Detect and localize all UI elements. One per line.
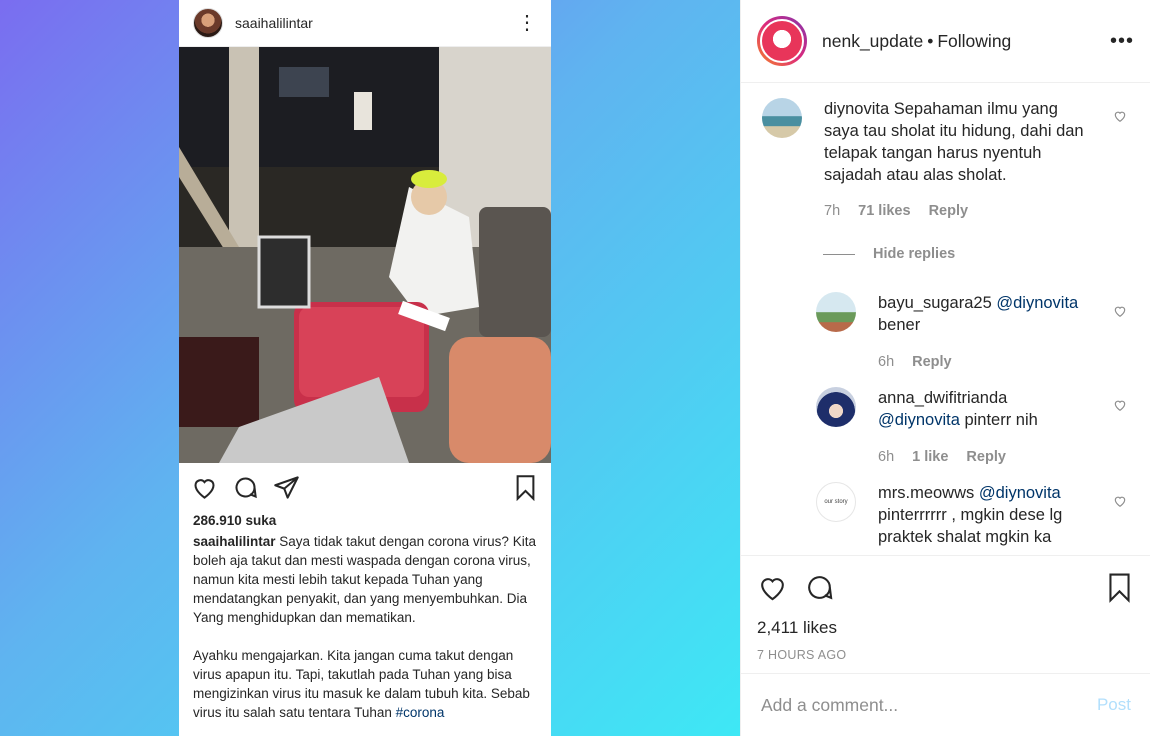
reply-text-block: mrs.meowws @diynovita pinterrrrrr , mgki…	[878, 482, 1108, 548]
embedded-avatar	[193, 8, 223, 38]
embedded-post-screenshot: saaihalilintar ⋮ 286.910 suka saaihalili…	[179, 0, 551, 736]
replier-avatar[interactable]	[816, 387, 856, 427]
comment-icon	[235, 477, 257, 498]
reply-username[interactable]: bayu_sugara25	[878, 294, 992, 312]
post-side-panel: nenk_update • Following ••• diynovita Se…	[740, 0, 1150, 736]
embedded-likes: 286.910 suka	[193, 513, 277, 528]
author-avatar[interactable]	[757, 16, 807, 66]
reply-mention[interactable]: @diynovita	[979, 484, 1061, 502]
reply-button[interactable]: Reply	[966, 449, 1006, 465]
heart-icon	[194, 478, 215, 499]
hide-replies-label[interactable]: Hide replies	[873, 246, 955, 262]
caption-hashtag: #corona	[395, 705, 445, 720]
reply-text: bener	[878, 316, 921, 334]
embedded-username: saaihalilintar	[235, 15, 313, 31]
reply-mention[interactable]: @diynovita	[878, 411, 960, 429]
reply-time: 6h	[878, 354, 895, 370]
reply-mention[interactable]: @diynovita	[996, 294, 1078, 312]
replier-avatar[interactable]: our story	[816, 482, 856, 522]
replier-avatar[interactable]	[816, 292, 856, 332]
reply-text: pinterrrrrr , mgkin dese lg praktek shal…	[878, 506, 1063, 546]
post-timestamp: 7 HOURS AGO	[757, 648, 847, 662]
avatar-logo-text: our story	[824, 499, 848, 505]
embedded-caption: saaihalilintar Saya tidak takut dengan c…	[179, 528, 551, 722]
author-username[interactable]: nenk_update	[822, 31, 923, 52]
comment-bubble-icon[interactable]	[804, 572, 835, 603]
airport-photo	[179, 47, 551, 463]
reply-time: 6h	[878, 449, 895, 465]
post-actions: 2,411 likes 7 HOURS AGO	[741, 555, 1150, 662]
post-comment-button[interactable]: Post	[1097, 695, 1131, 715]
post-header: nenk_update • Following •••	[741, 0, 1150, 83]
post-likes-count[interactable]: 2,411 likes	[757, 618, 1135, 638]
embedded-post-header: saaihalilintar ⋮	[179, 0, 551, 47]
commenter-avatar[interactable]	[762, 98, 802, 138]
more-options-icon[interactable]: •••	[1110, 30, 1134, 53]
comment-text-block: diynovita Sepahaman ilmu yang saya tau s…	[824, 98, 1094, 186]
comment-meta: 7h 71 likes Reply	[824, 203, 968, 219]
reply-item: bayu_sugara25 @diynovita bener	[816, 292, 1150, 336]
add-comment-bar: Post	[741, 673, 1150, 736]
embedded-actions	[179, 463, 551, 511]
divider-line	[823, 253, 855, 255]
reply-likes[interactable]: 1 like	[912, 449, 948, 465]
reply-like-icon[interactable]	[1113, 304, 1127, 318]
share-icon	[274, 475, 299, 499]
caption-username: saaihalilintar	[193, 534, 276, 549]
following-status[interactable]: Following	[937, 31, 1011, 52]
reply-button[interactable]: Reply	[929, 203, 969, 219]
reply-button[interactable]: Reply	[912, 354, 952, 370]
like-heart-icon[interactable]	[757, 572, 788, 603]
comment-like-icon[interactable]	[1113, 109, 1127, 123]
action-bar	[757, 556, 1135, 618]
reply-item: anna_dwifitrianda @diynovita pinterr nih	[816, 387, 1150, 431]
reply-meta: 6h Reply	[878, 354, 952, 370]
comment-time: 7h	[824, 203, 841, 219]
reply-username[interactable]: anna_dwifitrianda	[878, 389, 1007, 407]
media-area: saaihalilintar ⋮ 286.910 suka saaihalili…	[0, 0, 740, 736]
reply-username[interactable]: mrs.meowws	[878, 484, 974, 502]
more-options-icon: ⋮	[517, 12, 537, 34]
reply-like-icon[interactable]	[1113, 494, 1127, 508]
bookmark-icon[interactable]	[1104, 572, 1135, 603]
reply-text: pinterr nih	[959, 411, 1038, 429]
reply-text-block: anna_dwifitrianda @diynovita pinterr nih	[878, 387, 1108, 431]
comment-username[interactable]: diynovita	[824, 100, 889, 118]
comment-item: diynovita Sepahaman ilmu yang saya tau s…	[762, 98, 1150, 186]
reply-like-icon[interactable]	[1113, 398, 1127, 412]
comments-list[interactable]: diynovita Sepahaman ilmu yang saya tau s…	[741, 84, 1150, 555]
comment-input[interactable]	[761, 694, 1097, 716]
bookmark-icon	[516, 474, 535, 501]
reply-text-block: bayu_sugara25 @diynovita bener	[878, 292, 1108, 336]
comment-likes[interactable]: 71 likes	[858, 203, 910, 219]
header-separator: •	[927, 30, 934, 51]
hide-replies-button[interactable]: Hide replies	[823, 246, 955, 262]
reply-meta: 6h 1 like Reply	[878, 449, 1006, 465]
reply-item: our story mrs.meowws @diynovita pinterrr…	[816, 482, 1150, 548]
caption-text-2: Ayahku mengajarkan. Kita jangan cuma tak…	[193, 648, 530, 720]
